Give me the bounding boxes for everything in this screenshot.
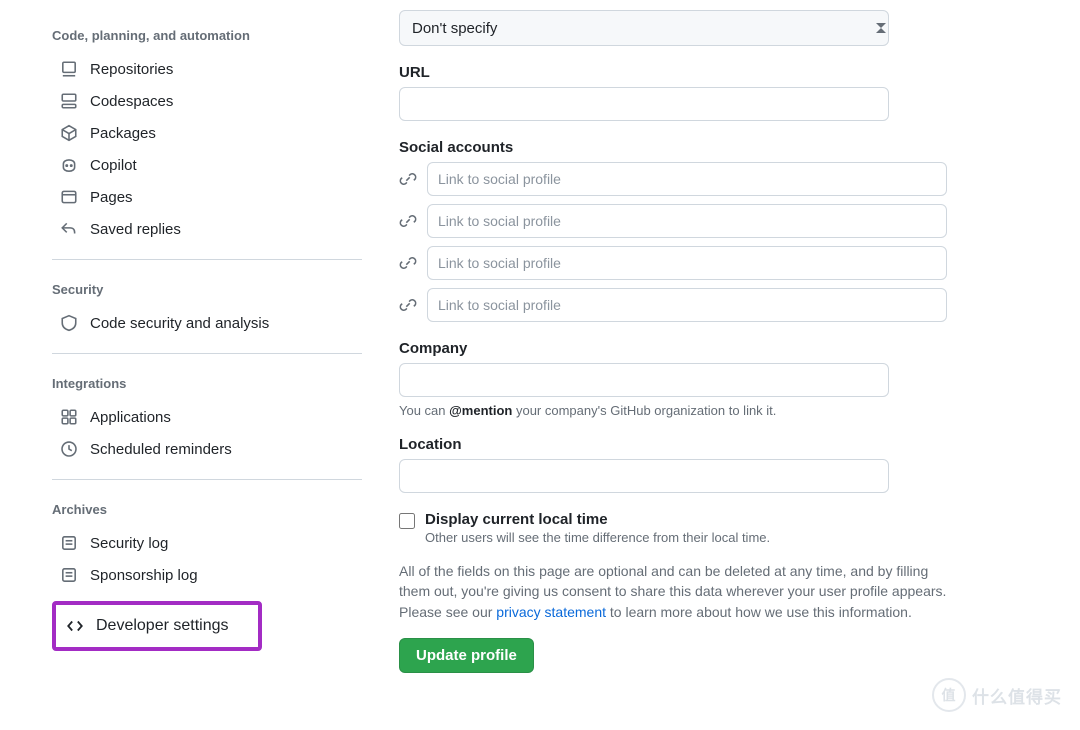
group-list-code: Repositories Codespaces Packages Copilot…	[52, 53, 359, 245]
group-list-archives: Security log Sponsorship log	[52, 527, 359, 591]
sidebar-item-code-security[interactable]: Code security and analysis	[52, 307, 359, 339]
sidebar-item-developer-settings[interactable]: Developer settings	[58, 607, 256, 645]
clock-icon	[60, 440, 78, 458]
sidebar-item-codespaces[interactable]: Codespaces	[52, 85, 359, 117]
sidebar-item-label: Sponsorship log	[90, 567, 198, 584]
settings-sidebar: Code, planning, and automation Repositor…	[24, 0, 359, 693]
link-icon	[399, 296, 417, 314]
social-input-2[interactable]	[427, 204, 947, 238]
reply-icon	[60, 220, 78, 238]
pronouns-value: Don't specify	[412, 20, 497, 37]
sidebar-item-label: Developer settings	[96, 617, 229, 635]
display-time-label: Display current local time	[425, 511, 608, 528]
social-row-1	[399, 162, 959, 196]
sidebar-item-label: Packages	[90, 125, 156, 142]
company-help-prefix: You can	[399, 403, 449, 418]
url-input[interactable]	[399, 87, 889, 121]
location-field: Location	[399, 436, 959, 493]
sidebar-item-packages[interactable]: Packages	[52, 117, 359, 149]
company-input[interactable]	[399, 363, 889, 397]
company-help-text: You can @mention your company's GitHub o…	[399, 403, 959, 418]
group-list-security: Code security and analysis	[52, 307, 359, 339]
sidebar-item-label: Pages	[90, 189, 133, 206]
watermark-text: 什么值得买	[972, 683, 1062, 708]
sidebar-item-label: Repositories	[90, 61, 173, 78]
pronouns-select[interactable]: Don't specify	[399, 10, 889, 46]
update-profile-button[interactable]: Update profile	[399, 638, 534, 673]
privacy-statement-link[interactable]: privacy statement	[496, 604, 606, 620]
log-icon	[60, 534, 78, 552]
pronouns-field: Don't specify	[399, 10, 959, 46]
sidebar-item-sponsorship-log[interactable]: Sponsorship log	[52, 559, 359, 591]
social-accounts-field: Social accounts	[399, 139, 959, 322]
sidebar-item-label: Saved replies	[90, 221, 181, 238]
sidebar-item-saved-replies[interactable]: Saved replies	[52, 213, 359, 245]
apps-icon	[60, 408, 78, 426]
company-field: Company You can @mention your company's …	[399, 340, 959, 418]
divider	[52, 353, 362, 354]
watermark: 值 什么值得买	[932, 678, 1062, 712]
sidebar-item-label: Code security and analysis	[90, 315, 269, 332]
social-input-4[interactable]	[427, 288, 947, 322]
log-icon	[60, 566, 78, 584]
display-time-row: Display current local time Other users w…	[399, 511, 959, 545]
url-field: URL	[399, 64, 959, 121]
social-row-2	[399, 204, 959, 238]
group-title-archives: Archives	[52, 494, 359, 525]
link-icon	[399, 254, 417, 272]
sidebar-item-label: Copilot	[90, 157, 137, 174]
group-title-code: Code, planning, and automation	[52, 20, 359, 51]
link-icon	[399, 212, 417, 230]
divider	[52, 259, 362, 260]
display-time-subtext: Other users will see the time difference…	[425, 530, 770, 545]
link-icon	[399, 170, 417, 188]
sidebar-item-scheduled-reminders[interactable]: Scheduled reminders	[52, 433, 359, 465]
sidebar-item-label: Applications	[90, 409, 171, 426]
location-label: Location	[399, 436, 959, 453]
sidebar-item-repositories[interactable]: Repositories	[52, 53, 359, 85]
social-row-3	[399, 246, 959, 280]
consent-part2: to learn more about how we use this info…	[606, 604, 912, 620]
location-input[interactable]	[399, 459, 889, 493]
consent-text: All of the fields on this page are optio…	[399, 561, 959, 622]
copilot-icon	[60, 156, 78, 174]
company-help-mention: @mention	[449, 403, 512, 418]
social-input-3[interactable]	[427, 246, 947, 280]
sidebar-item-label: Codespaces	[90, 93, 173, 110]
display-time-checkbox[interactable]	[399, 513, 415, 529]
watermark-circle: 值	[932, 678, 966, 712]
sidebar-item-label: Scheduled reminders	[90, 441, 232, 458]
social-input-1[interactable]	[427, 162, 947, 196]
sidebar-item-copilot[interactable]: Copilot	[52, 149, 359, 181]
divider	[52, 479, 362, 480]
group-list-integrations: Applications Scheduled reminders	[52, 401, 359, 465]
url-label: URL	[399, 64, 959, 81]
group-title-integrations: Integrations	[52, 368, 359, 399]
profile-form: Don't specify URL Social accounts	[359, 0, 999, 693]
package-icon	[60, 124, 78, 142]
codespaces-icon	[60, 92, 78, 110]
company-label: Company	[399, 340, 959, 357]
sidebar-item-security-log[interactable]: Security log	[52, 527, 359, 559]
social-label: Social accounts	[399, 139, 959, 156]
sidebar-item-label: Security log	[90, 535, 168, 552]
code-icon	[66, 617, 84, 635]
company-help-suffix: your company's GitHub organization to li…	[512, 403, 776, 418]
developer-settings-highlight: Developer settings	[52, 601, 262, 651]
shield-icon	[60, 314, 78, 332]
group-title-security: Security	[52, 274, 359, 305]
social-row-4	[399, 288, 959, 322]
sidebar-item-applications[interactable]: Applications	[52, 401, 359, 433]
repo-icon	[60, 60, 78, 78]
browser-icon	[60, 188, 78, 206]
sidebar-item-pages[interactable]: Pages	[52, 181, 359, 213]
